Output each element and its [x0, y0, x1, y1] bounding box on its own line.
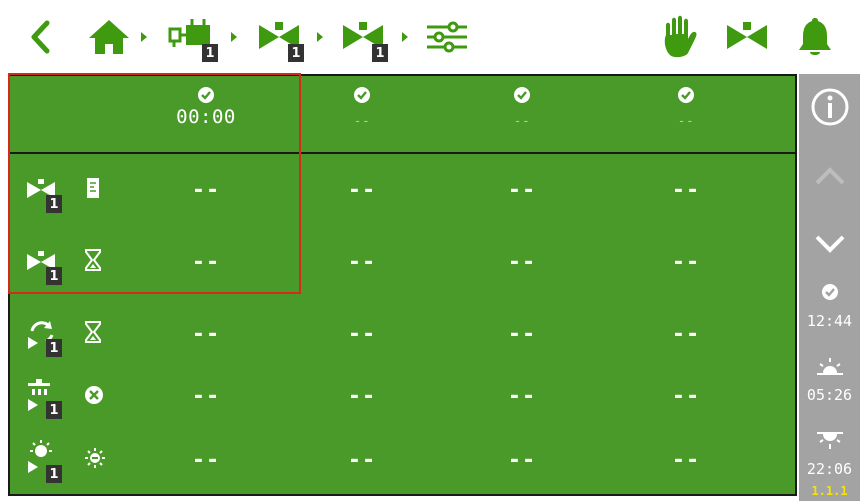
chevron-up-icon — [815, 167, 844, 185]
info-icon — [811, 88, 848, 126]
schedule-cell[interactable]: -- — [292, 231, 432, 293]
hourglass-icon — [85, 321, 101, 343]
sunset-icon — [799, 429, 860, 451]
breadcrumb-separator-icon — [229, 0, 239, 74]
schedule-grid: 00:00 -- -- -- 1 -- -- -- -- 1 -- -- -- — [8, 74, 797, 496]
header-divider — [10, 152, 795, 154]
row-badge: 1 — [46, 465, 62, 483]
topbar-badge: 1 — [288, 44, 304, 62]
schedule-cell[interactable]: -- — [616, 429, 756, 491]
schedule-row[interactable]: 1 -- -- -- -- — [10, 365, 795, 427]
schedule-cell[interactable]: -- — [136, 231, 276, 293]
manual-hand-icon[interactable] — [656, 0, 704, 74]
schedule-cell[interactable]: -- — [136, 429, 276, 491]
bell-icon[interactable] — [792, 0, 838, 74]
schedule-row[interactable]: 1 -- -- -- -- — [10, 159, 795, 221]
scroll-down-button[interactable] — [799, 224, 860, 264]
clock-check-icon — [198, 87, 214, 103]
breadcrumb-separator-icon — [315, 0, 325, 74]
sunrise-time: 05:26 — [806, 386, 853, 404]
settings-sliders-icon[interactable] — [422, 0, 472, 74]
column-header[interactable]: 00:00 — [136, 86, 276, 128]
sunrise-icon — [799, 356, 860, 378]
cancel-circle-icon — [85, 386, 103, 404]
level-meter-icon — [87, 178, 99, 198]
clock-check-icon — [678, 87, 694, 103]
column-time: -- — [513, 114, 531, 129]
schedule-cell[interactable]: -- — [616, 303, 756, 365]
schedule-row[interactable]: 1 -- -- -- -- — [10, 231, 795, 293]
schedule-cell[interactable]: -- — [452, 303, 592, 365]
column-time: 00:00 — [176, 106, 236, 128]
schedule-cell[interactable]: -- — [616, 365, 756, 427]
clock-check-icon — [799, 282, 860, 302]
valve-icon[interactable]: 1 — [252, 0, 308, 74]
column-header[interactable]: -- — [616, 86, 756, 129]
column-header[interactable]: -- — [292, 86, 432, 129]
home-icon[interactable] — [84, 0, 134, 74]
schedule-cell[interactable]: -- — [292, 159, 432, 221]
schedule-row[interactable]: 1 -- -- -- -- — [10, 429, 795, 491]
schedule-cell[interactable]: -- — [452, 231, 592, 293]
valve-icon[interactable] — [722, 0, 772, 74]
schedule-cell[interactable]: -- — [136, 303, 276, 365]
schedule-cell[interactable]: -- — [136, 159, 276, 221]
version-label: 1.1.1 — [811, 484, 848, 498]
row-icons: 1 — [22, 231, 122, 293]
right-sidebar: 12:44 05:26 22:06 1.1.1 — [799, 74, 860, 501]
hourglass-icon — [85, 249, 101, 271]
chevron-down-icon — [815, 235, 844, 253]
topbar-badge: 1 — [202, 44, 218, 62]
schedule-cell[interactable]: -- — [452, 429, 592, 491]
column-header[interactable]: -- — [452, 86, 592, 129]
scroll-up-button[interactable] — [799, 156, 860, 196]
breadcrumb-separator-icon — [139, 0, 149, 74]
row-badge: 1 — [46, 401, 62, 419]
sun-minus-icon — [85, 448, 105, 468]
schedule-cell[interactable]: -- — [452, 365, 592, 427]
row-badge: 1 — [46, 195, 62, 213]
schedule-cell[interactable]: -- — [452, 159, 592, 221]
schedule-cell[interactable]: -- — [616, 159, 756, 221]
row-icons: 1 — [22, 303, 122, 365]
schedule-cell[interactable]: -- — [616, 231, 756, 293]
top-navigation-bar: 1 1 1 — [0, 0, 860, 74]
sunset-time: 22:06 — [806, 460, 853, 478]
schedule-row[interactable]: 1 -- -- -- -- — [10, 303, 795, 365]
schedule-cell[interactable]: -- — [292, 303, 432, 365]
row-icons: 1 — [22, 365, 122, 427]
current-time: 12:44 — [806, 312, 853, 330]
schedule-cell[interactable]: -- — [136, 365, 276, 427]
topbar-badge: 1 — [372, 44, 388, 62]
back-chevron-icon[interactable] — [22, 0, 58, 74]
row-badge: 1 — [46, 339, 62, 357]
info-button[interactable] — [799, 82, 860, 132]
schedule-cell[interactable]: -- — [292, 365, 432, 427]
column-time: -- — [353, 114, 371, 129]
clock-check-icon — [354, 87, 370, 103]
row-icons: 1 — [22, 159, 122, 221]
schedule-cell[interactable]: -- — [292, 429, 432, 491]
row-badge: 1 — [46, 267, 62, 285]
controller-module-icon[interactable]: 1 — [164, 0, 220, 74]
row-icons: 1 — [22, 429, 122, 491]
breadcrumb-separator-icon — [400, 0, 410, 74]
valve-icon[interactable]: 1 — [336, 0, 392, 74]
column-time: -- — [677, 114, 695, 129]
clock-check-icon — [514, 87, 530, 103]
